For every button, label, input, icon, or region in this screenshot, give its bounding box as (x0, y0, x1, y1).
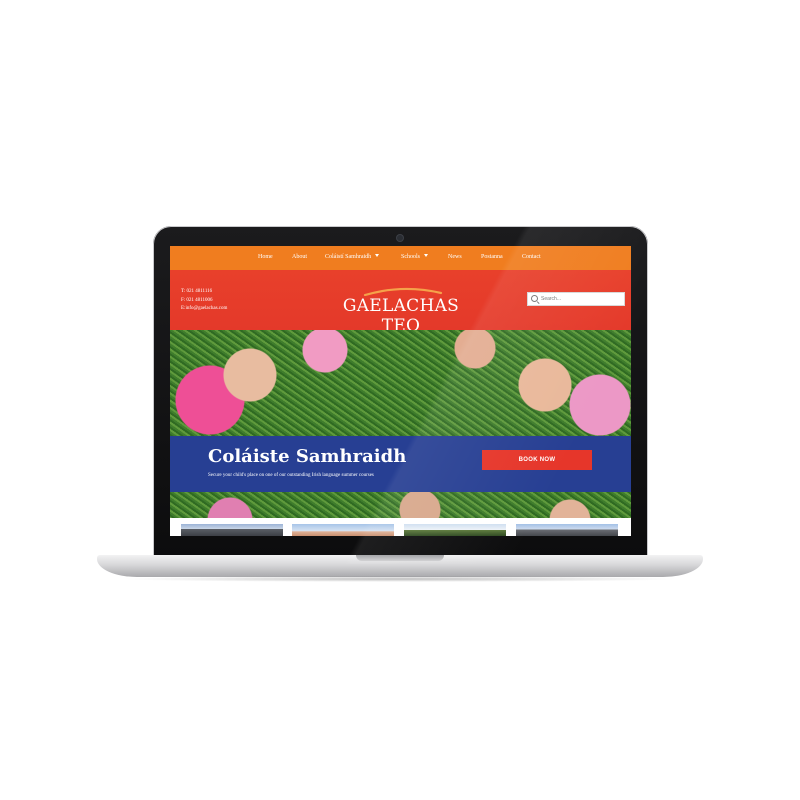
site-header: T: 021 4811116 F: 021 4811006 E:info@gae… (170, 270, 631, 336)
thumbnail-1[interactable] (181, 524, 283, 536)
logo-arc-icon (363, 287, 443, 296)
thumbnail-3[interactable] (404, 524, 506, 536)
nav-item-label: Contact (522, 254, 541, 260)
fax-number: F: 021 4811006 (181, 297, 213, 303)
banner-title: Coláiste Samhraidh (208, 446, 407, 467)
search-box[interactable] (527, 292, 625, 306)
hero-banner: Coláiste Samhraidh Secure your child's p… (170, 436, 631, 492)
nav-item-schools[interactable]: Schools (401, 254, 429, 260)
search-icon[interactable] (531, 295, 538, 302)
search-input[interactable] (541, 293, 621, 305)
camera-icon (397, 235, 403, 241)
caret-down-icon (424, 254, 429, 257)
phone-number: T: 021 4811116 (181, 289, 213, 294)
contact-info: T: 021 4811116 F: 021 4811006 E:info@gae… (181, 288, 227, 314)
nav-item-home[interactable]: Home (258, 254, 273, 260)
nav-item-label: About (292, 254, 307, 260)
laptop-screen: Home About Coláistí Samhraidh Schools Ne… (170, 246, 631, 536)
nav-item-news[interactable]: News (448, 254, 462, 260)
nav-item-label: Coláistí Samhraidh (325, 254, 372, 260)
nav-item-label: Home (258, 254, 273, 260)
nav-item-about[interactable]: About (292, 254, 307, 260)
nav-item-colaisti-samhraidh[interactable]: Coláistí Samhraidh (325, 254, 380, 260)
nav-item-label: News (448, 254, 462, 260)
nav-item-label: Schools (401, 254, 421, 260)
laptop-shadow (120, 576, 680, 582)
caret-down-icon (375, 254, 380, 257)
main-nav: Home About Coláistí Samhraidh Schools Ne… (170, 246, 631, 270)
laptop-notch (356, 555, 444, 561)
book-now-button[interactable]: BOOK NOW (482, 450, 592, 470)
email-link[interactable]: E:info@gaelachas.com (181, 305, 227, 314)
site-logo[interactable]: GAELACHAS TEO (325, 287, 477, 336)
thumbnail-4[interactable] (516, 524, 618, 536)
nav-item-label: Postanna (481, 254, 503, 260)
banner-subtitle: Secure your child's place on one of our … (208, 473, 374, 478)
nav-item-contact[interactable]: Contact (522, 254, 541, 260)
thumbnail-row (170, 518, 631, 536)
nav-item-postanna[interactable]: Postanna (481, 254, 503, 260)
hero-image: Coláiste Samhraidh Secure your child's p… (170, 330, 631, 536)
thumbnail-2[interactable] (292, 524, 394, 536)
